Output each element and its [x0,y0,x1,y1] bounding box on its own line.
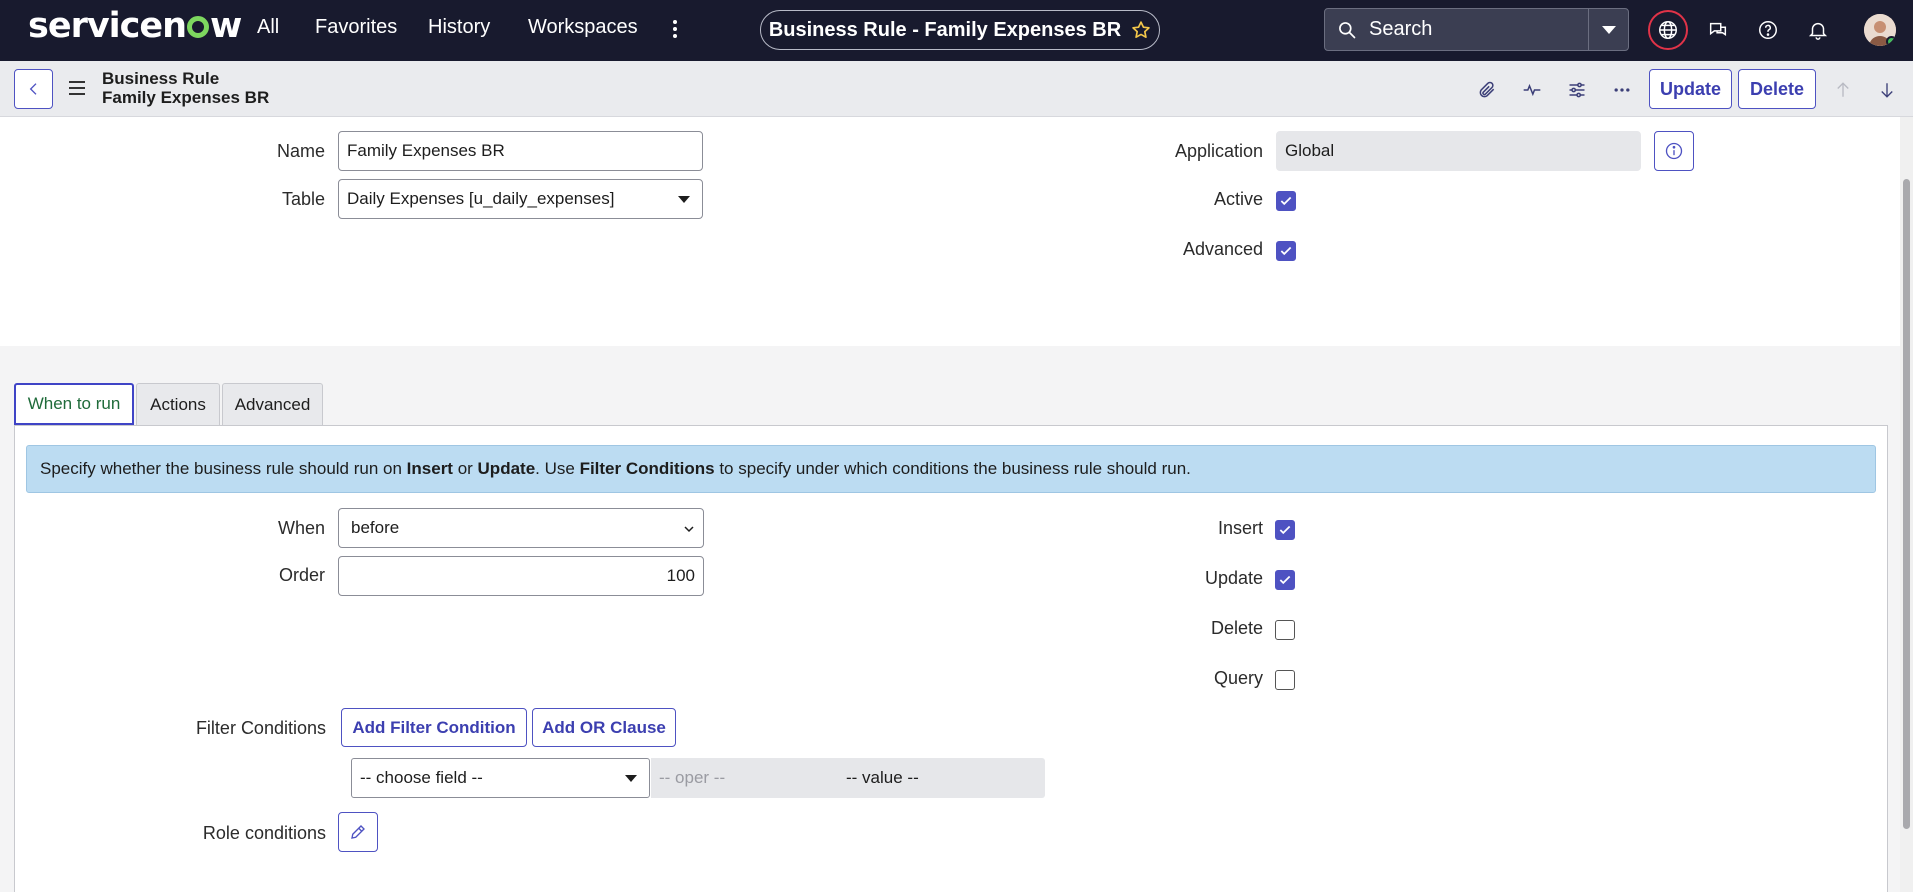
personalize-sliders-icon[interactable] [1560,73,1594,107]
add-or-clause-button[interactable]: Add OR Clause [532,708,676,747]
search-icon [1325,9,1369,50]
update-checkbox[interactable] [1275,570,1295,590]
servicenow-logo[interactable]: servicen w [28,6,242,46]
delete-label: Delete [1210,618,1263,638]
insert-checkbox[interactable] [1275,520,1295,540]
activity-pulse-icon[interactable] [1515,73,1549,107]
online-status-dot [1886,36,1896,46]
insert-label: Insert [1217,518,1263,538]
tab-when-to-run[interactable]: When to run [14,383,134,425]
chat-icon[interactable] [1700,12,1736,48]
tab-actions[interactable]: Actions [136,383,220,425]
when-label: When [277,518,325,538]
when-to-run-info-message: Specify whether the business rule should… [26,445,1876,493]
next-record-arrow-icon[interactable] [1870,73,1904,107]
checkmark-icon [1280,246,1292,256]
record-type: Business Rule [102,69,220,88]
when-select-value: before [351,518,400,537]
name-field[interactable]: Family Expenses BR [338,131,703,171]
user-avatar[interactable] [1864,14,1896,46]
chevron-down-icon [1601,25,1616,34]
chevron-down-icon [684,526,694,533]
chevron-down-icon [625,775,637,782]
info-text-2: or [452,459,478,478]
update-button[interactable]: Update [1649,69,1732,109]
record-name: Family Expenses BR [102,88,270,107]
context-title-pill[interactable]: Business Rule - Family Expenses BR [760,10,1160,50]
table-select-value: Daily Expenses [u_daily_expenses] [347,189,615,208]
search-input[interactable]: Search [1369,18,1588,41]
more-options-icon[interactable] [1605,73,1639,107]
info-text-3: . Use [535,459,580,478]
pencil-icon [351,825,365,839]
back-button[interactable] [14,69,53,109]
role-conditions-label: Role conditions [202,823,326,843]
search-scope-dropdown[interactable] [1588,9,1628,50]
star-icon[interactable] [1131,20,1151,40]
more-menu-icon[interactable] [666,14,684,44]
nav-workspaces[interactable]: Workspaces [528,16,638,39]
help-icon[interactable] [1750,12,1786,48]
filter-conditions-label: Filter Conditions [195,718,326,738]
checkmark-icon [1279,525,1291,535]
active-label: Active [1213,189,1263,209]
delete-checkbox[interactable] [1275,620,1295,640]
info-text-1: Specify whether the business rule should… [40,459,407,478]
checkmark-icon [1279,575,1291,585]
attachment-paperclip-icon[interactable] [1470,73,1504,107]
application-field: Global [1276,131,1641,171]
nav-all[interactable]: All [257,16,279,39]
query-checkbox[interactable] [1275,670,1295,690]
operator-select: -- oper -- [651,758,838,798]
globe-icon[interactable] [1648,10,1688,50]
global-search[interactable]: Search [1324,8,1629,51]
order-label: Order [278,565,325,585]
application-info-button[interactable] [1654,131,1694,171]
name-label: Name [276,141,325,161]
tab-advanced[interactable]: Advanced [222,383,323,425]
checkmark-icon [1280,196,1292,206]
nav-favorites[interactable]: Favorites [315,16,397,39]
when-to-run-panel [14,425,1888,892]
info-text-filter-conditions: Filter Conditions [579,459,715,478]
scrollbar-thumb[interactable] [1903,179,1910,829]
advanced-checkbox[interactable] [1276,241,1296,261]
top-navigation-bar: servicen w All Favorites History Workspac… [0,0,1913,61]
add-filter-condition-button[interactable]: Add Filter Condition [341,708,527,747]
order-field[interactable]: 100 [338,556,704,596]
application-label: Application [1174,141,1263,161]
info-text-insert: Insert [406,459,453,478]
choose-field-select[interactable]: -- choose field -- [351,758,650,798]
choose-field-value: -- choose field -- [360,768,483,787]
record-header: Business Rule Family Expenses BR Update … [0,61,1913,117]
context-menu-icon[interactable] [69,81,85,95]
edit-role-conditions-button[interactable] [338,812,378,852]
page-scrollbar[interactable] [1900,117,1913,892]
update-label: Update [1204,568,1263,588]
table-label: Table [281,189,325,209]
notifications-bell-icon[interactable] [1800,12,1836,48]
context-title: Business Rule - Family Expenses BR [768,18,1122,41]
active-checkbox[interactable] [1276,191,1296,211]
chevron-down-icon [678,196,690,203]
previous-record-arrow-icon[interactable] [1826,73,1860,107]
nav-history[interactable]: History [428,16,490,39]
when-select[interactable]: before [338,508,704,548]
advanced-label: Advanced [1182,239,1263,259]
info-text-4: to specify under which conditions the bu… [714,459,1191,478]
query-label: Query [1213,668,1263,688]
table-select[interactable]: Daily Expenses [u_daily_expenses] [338,179,703,219]
delete-button[interactable]: Delete [1738,69,1816,109]
chevron-left-icon [29,83,36,95]
value-field: -- value -- [838,758,1045,798]
info-text-update: Update [477,459,536,478]
info-icon [1665,142,1683,160]
